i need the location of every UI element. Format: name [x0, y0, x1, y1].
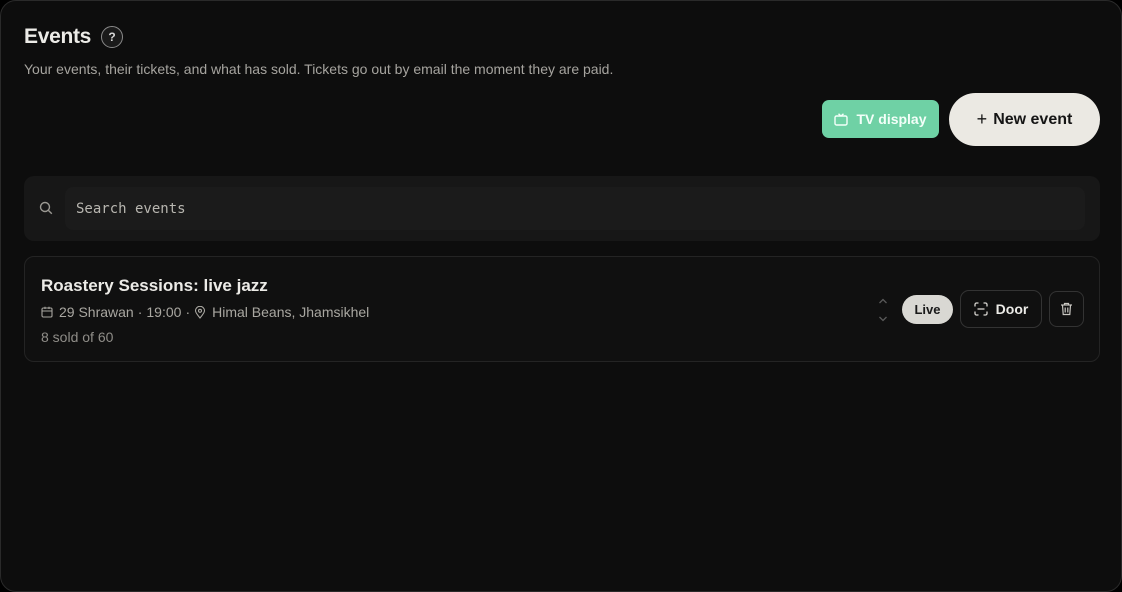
tv-display-label: TV display — [856, 111, 927, 127]
tv-display-button[interactable]: TV display — [822, 100, 939, 138]
new-event-label: New event — [993, 110, 1073, 128]
events-panel: Events ? Your events, their tickets, and… — [0, 0, 1122, 592]
page-subtitle: Your events, their tickets, and what has… — [24, 61, 614, 77]
scan-icon — [974, 302, 988, 316]
event-date: 29 Shrawan — [59, 304, 134, 320]
new-event-button[interactable]: + New event — [949, 93, 1100, 146]
tv-icon — [834, 112, 849, 126]
meta-separator: · — [185, 304, 191, 320]
page-title: Events — [24, 25, 92, 48]
search-bar — [24, 176, 1100, 241]
title-row: Events ? — [24, 25, 124, 49]
plus-icon: + — [976, 109, 988, 129]
help-icon[interactable]: ? — [101, 26, 124, 48]
trash-icon — [1061, 302, 1072, 316]
status-badge[interactable]: Live — [902, 295, 953, 324]
calendar-icon — [41, 306, 53, 318]
location-pin-icon — [195, 305, 206, 319]
tickets-sold: 8 sold of 60 — [41, 329, 114, 345]
event-card[interactable]: Roastery Sessions: live jazz 29 Shrawan … — [24, 256, 1100, 362]
door-label: Door — [995, 301, 1029, 317]
delete-event-button[interactable] — [1049, 291, 1084, 327]
event-venue: Himal Beans, Jhamsikhel — [212, 304, 370, 320]
meta-separator: · — [137, 304, 143, 320]
event-time: 19:00 — [146, 304, 182, 320]
search-input[interactable] — [65, 187, 1085, 230]
event-meta: 29 Shrawan · 19:00 · Himal Beans, Jhamsi… — [41, 304, 369, 320]
search-icon — [39, 201, 53, 215]
door-button[interactable]: Door — [960, 290, 1042, 328]
event-name: Roastery Sessions: live jazz — [41, 276, 268, 295]
reorder-handle-icon[interactable] — [877, 297, 889, 323]
